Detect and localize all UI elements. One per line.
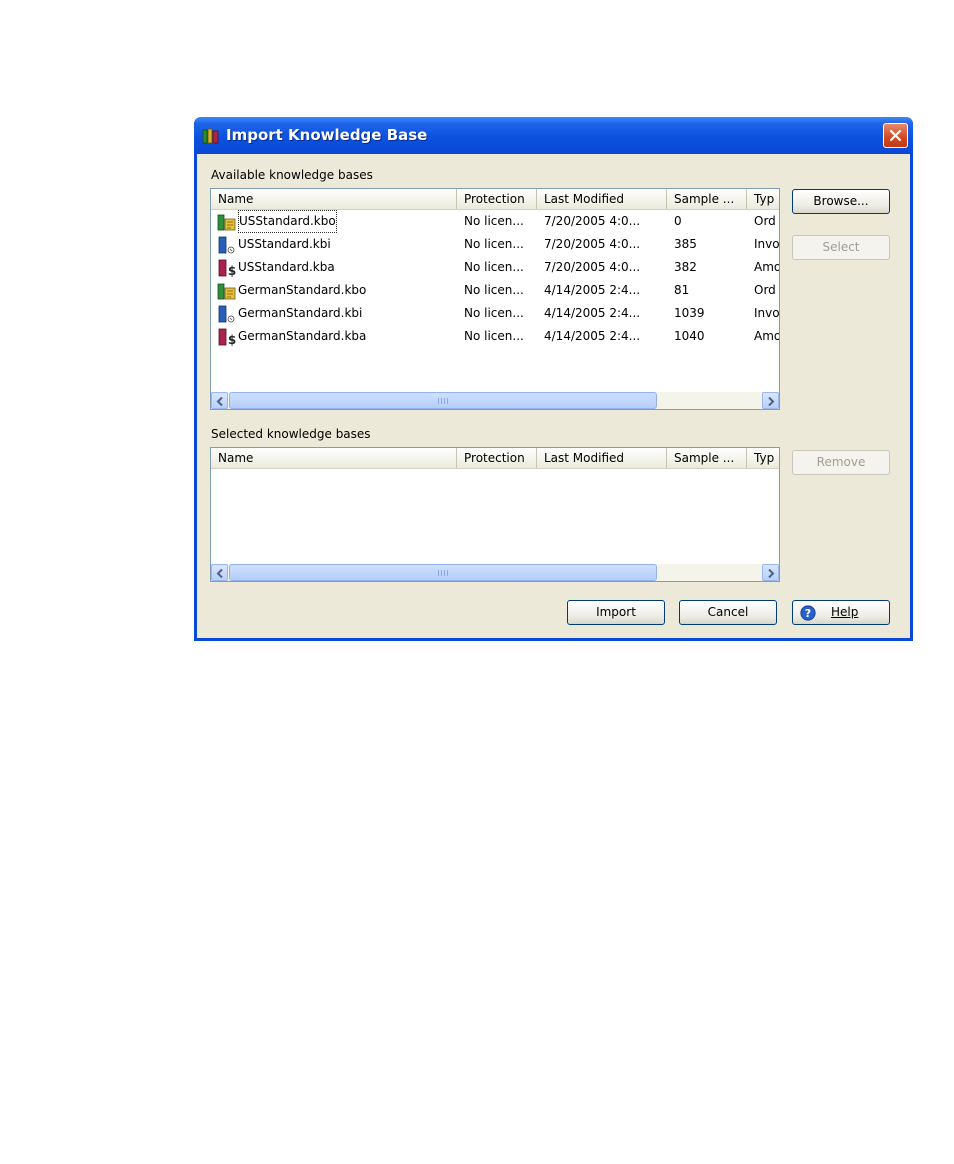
- name-cell: USStandard.kbo: [214, 210, 454, 233]
- available-rows: USStandard.kbo No licen... 7/20/2005 4:0..…: [211, 210, 779, 348]
- help-button[interactable]: ? Help: [792, 600, 890, 625]
- chevron-right-icon: [768, 569, 775, 578]
- column-header-type[interactable]: Typ: [747, 189, 779, 209]
- selected-list-header: Name Protection Last Modified Sample ...…: [211, 448, 779, 469]
- column-header-sample[interactable]: Sample ...: [667, 189, 747, 209]
- scroll-left-button[interactable]: [211, 564, 228, 581]
- svg-text:?: ?: [805, 607, 811, 620]
- protection-cell: No licen...: [464, 306, 524, 320]
- column-header-name[interactable]: Name: [211, 189, 457, 209]
- type-cell: Invo: [754, 306, 780, 320]
- grip-icon: [438, 398, 449, 404]
- type-cell: Ord: [754, 283, 776, 297]
- table-row[interactable]: USStandard.kbi No licen... 7/20/2005 4:0..…: [211, 233, 779, 256]
- table-row[interactable]: GermanStandard.kbi No licen... 4/14/2005 2…: [211, 302, 779, 325]
- cancel-button[interactable]: Cancel: [679, 600, 777, 625]
- column-header-name[interactable]: Name: [211, 448, 457, 468]
- sample-cell: 0: [674, 214, 682, 228]
- amount-book-icon: $: [218, 259, 236, 277]
- column-header-protection[interactable]: Protection: [457, 189, 537, 209]
- file-name: GermanStandard.kba: [238, 329, 367, 343]
- file-name: USStandard.kbo: [238, 210, 337, 233]
- browse-button[interactable]: Browse...: [792, 189, 890, 214]
- title-bar[interactable]: Import Knowledge Base: [194, 117, 913, 154]
- select-button[interactable]: Select: [792, 235, 890, 260]
- table-row[interactable]: GermanStandard.kbo No licen... 4/14/2005 2…: [211, 279, 779, 302]
- column-header-sample[interactable]: Sample ...: [667, 448, 747, 468]
- available-list-header: Name Protection Last Modified Sample ...…: [211, 189, 779, 210]
- dialog-title: Import Knowledge Base: [226, 126, 428, 144]
- available-horizontal-scrollbar[interactable]: [211, 392, 779, 409]
- type-cell: Ord: [754, 214, 776, 228]
- table-row[interactable]: $ GermanStandard.kba No licen... 4/14/2005 …: [211, 325, 779, 348]
- sample-cell: 1039: [674, 306, 705, 320]
- sample-cell: 81: [674, 283, 690, 297]
- type-cell: Invo: [754, 237, 780, 251]
- amount-book-icon: $: [218, 328, 236, 346]
- last-modified-cell: 7/20/2005 4:0...: [544, 214, 641, 228]
- file-name: USStandard.kba: [238, 260, 335, 274]
- scroll-thumb[interactable]: [229, 564, 657, 581]
- column-header-last-modified[interactable]: Last Modified: [537, 189, 667, 209]
- last-modified-cell: 4/14/2005 2:4...: [544, 283, 641, 297]
- dialog-body: Available knowledge bases Name Protectio…: [197, 154, 910, 638]
- sample-cell: 1040: [674, 329, 705, 343]
- svg-text:$: $: [228, 264, 236, 277]
- file-name: USStandard.kbi: [238, 237, 331, 251]
- scroll-right-button[interactable]: [762, 564, 779, 581]
- grip-icon: [438, 570, 449, 576]
- svg-text:$: $: [228, 333, 236, 346]
- protection-cell: No licen...: [464, 260, 524, 274]
- file-name: GermanStandard.kbo: [238, 283, 367, 297]
- available-label: Available knowledge bases: [211, 168, 373, 182]
- last-modified-cell: 7/20/2005 4:0...: [544, 237, 641, 251]
- file-name: GermanStandard.kbi: [238, 306, 363, 320]
- selected-horizontal-scrollbar[interactable]: [211, 564, 779, 581]
- table-row[interactable]: $ USStandard.kba No licen... 7/20/2005 4:0.…: [211, 256, 779, 279]
- order-book-icon: [217, 214, 236, 231]
- protection-cell: No licen...: [464, 237, 524, 251]
- protection-cell: No licen...: [464, 214, 524, 228]
- scroll-thumb[interactable]: [229, 392, 657, 409]
- knowledge-base-books-icon: [202, 128, 219, 144]
- protection-cell: No licen...: [464, 329, 524, 343]
- name-cell: GermanStandard.kbo: [214, 279, 454, 302]
- sample-cell: 382: [674, 260, 697, 274]
- sample-cell: 385: [674, 237, 697, 251]
- name-cell: USStandard.kbi: [214, 233, 454, 256]
- close-button[interactable]: [883, 123, 908, 148]
- selected-label: Selected knowledge bases: [211, 427, 371, 441]
- table-row[interactable]: USStandard.kbo No licen... 7/20/2005 4:0..…: [211, 210, 779, 233]
- chevron-left-icon: [216, 569, 223, 578]
- column-header-last-modified[interactable]: Last Modified: [537, 448, 667, 468]
- import-button[interactable]: Import: [567, 600, 665, 625]
- scroll-left-button[interactable]: [211, 392, 228, 409]
- order-book-icon: [217, 283, 236, 300]
- name-cell: GermanStandard.kbi: [214, 302, 454, 325]
- remove-button[interactable]: Remove: [792, 450, 890, 475]
- scroll-right-button[interactable]: [762, 392, 779, 409]
- last-modified-cell: 4/14/2005 2:4...: [544, 306, 641, 320]
- column-header-protection[interactable]: Protection: [457, 448, 537, 468]
- chevron-left-icon: [216, 397, 223, 406]
- available-list[interactable]: Name Protection Last Modified Sample ...…: [210, 188, 780, 410]
- chevron-right-icon: [768, 397, 775, 406]
- name-cell: $ GermanStandard.kba: [214, 325, 454, 348]
- column-header-type[interactable]: Typ: [747, 448, 779, 468]
- help-icon: ?: [800, 605, 816, 621]
- close-icon: [889, 129, 902, 142]
- type-cell: Amo: [754, 260, 780, 274]
- selected-list[interactable]: Name Protection Last Modified Sample ...…: [210, 447, 780, 582]
- last-modified-cell: 4/14/2005 2:4...: [544, 329, 641, 343]
- name-cell: $ USStandard.kba: [214, 256, 454, 279]
- last-modified-cell: 7/20/2005 4:0...: [544, 260, 641, 274]
- invoice-book-icon: [218, 305, 235, 323]
- type-cell: Amo: [754, 329, 780, 343]
- invoice-book-icon: [218, 236, 235, 254]
- protection-cell: No licen...: [464, 283, 524, 297]
- help-label: Help: [831, 605, 859, 619]
- import-knowledge-base-dialog: Import Knowledge Base Available knowledg…: [194, 117, 913, 641]
